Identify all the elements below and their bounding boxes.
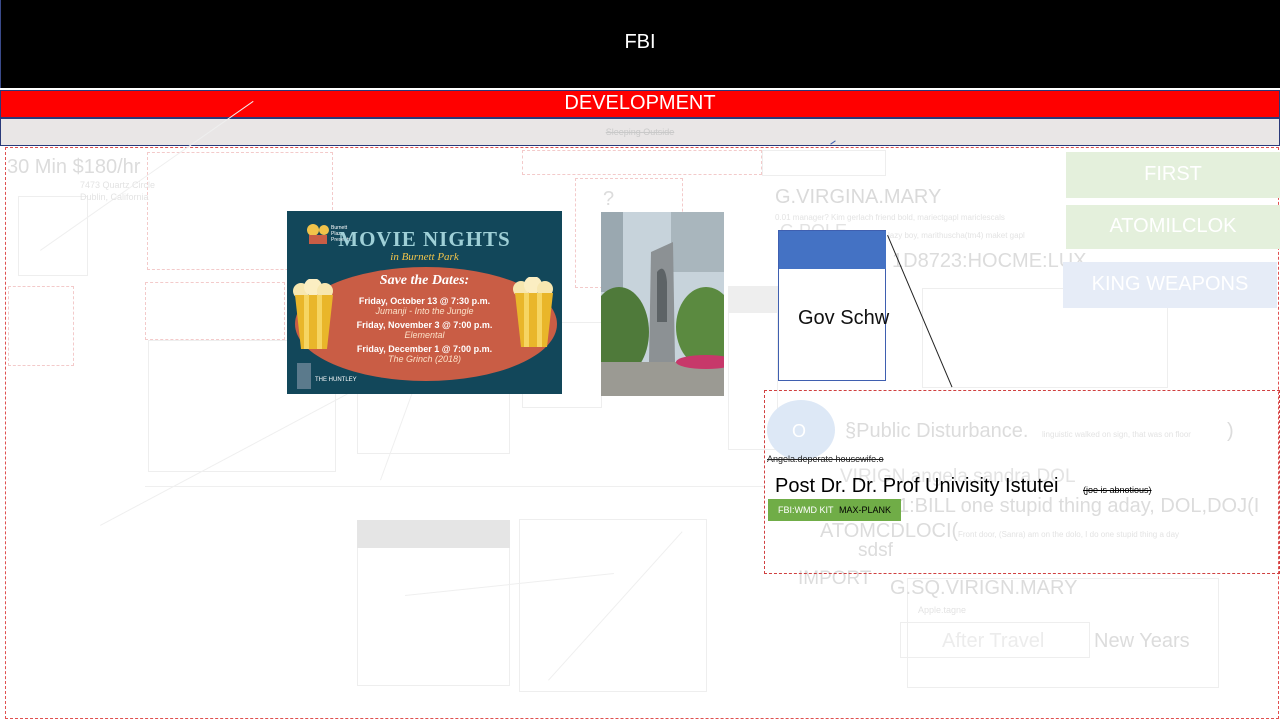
panel-title: Post Dr. Dr. Prof Univisity Istutei [775,475,1059,497]
panel-angela-text: Angela.deperate housewife.o [767,454,884,464]
ghost-box [8,286,74,366]
poster-subtitle: in Burnett Park [390,251,459,263]
popcorn-icon [511,276,557,347]
ghost-rate: 30 Min $180/hr [7,156,141,178]
popcorn-icon [291,278,337,349]
banner-title: DEVELOPMENT [564,92,716,114]
ghost-box [357,390,510,454]
max-plank-label: MAX-PLANK [839,505,892,515]
ghost-address-2: Dublin, California [80,192,149,202]
ghost-virgina: G.VIRGINA.MARY [775,186,942,208]
gov-card-name: Gov Schw [798,307,890,329]
atomilclok-button[interactable]: ATOMILCLOK [1066,205,1280,249]
ghost-question: ? [603,188,615,210]
poster-brand: THE HUNTLEY [315,377,357,383]
monument-photo[interactable] [601,212,724,396]
header-title: FBI [624,31,656,53]
building-icon [297,363,311,389]
ghost-apple: Apple.tagne [918,605,967,615]
avatar-letter: O [792,421,807,441]
panel-note: (joe is abnotious) [1083,485,1152,495]
ghost-after-travel: After Travel [942,630,1045,652]
ghost-box [145,282,285,340]
ghost-code: 1D8723:HOCME:LUX [892,250,1087,272]
subtitle-text: Sleeping Outside [605,127,675,137]
poster-movie-3: The Grinch (2018) [387,354,462,364]
ghost-box [519,519,707,692]
poster-title: MOVIE NIGHTS [338,227,511,251]
ghost-sq-virign: G.SQ.VIRIGN.MARY [890,577,1078,599]
ghost-header [357,520,510,548]
ghost-box [522,150,762,175]
ghost-box [729,287,778,313]
wmd-kit-label: FBI:WMD KIT [778,505,834,515]
ghost-address-1: 7473 Quartz Circle [80,180,156,190]
movie-nights-poster[interactable]: Burnett Plaza Presents... MOVIE NIGHTS i… [287,211,562,394]
gov-card-header [779,231,886,269]
ghost-box [762,150,886,176]
king-weapons-button[interactable]: KING WEAPONS [1063,262,1277,308]
first-button[interactable]: FIRST [1066,152,1280,198]
ghost-new-years: New Years [1094,630,1190,652]
ghost-box [18,196,88,276]
ghost-pole-note: lazy boy, marithuscha(tm4) maket gapl [888,231,1025,240]
